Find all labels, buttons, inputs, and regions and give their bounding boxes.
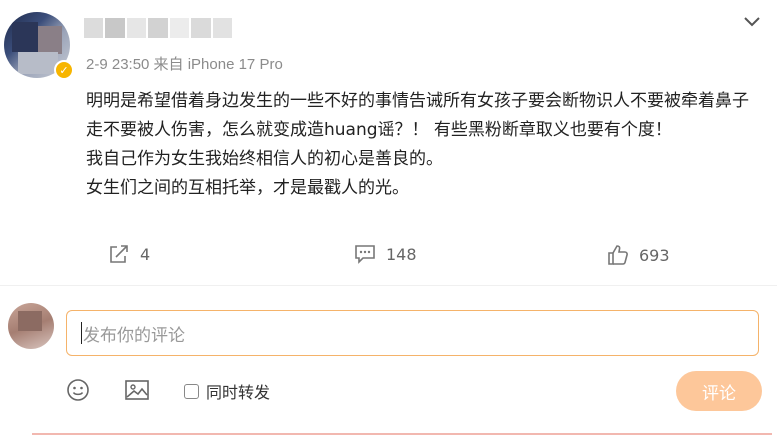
image-icon[interactable] xyxy=(124,378,150,406)
comment-count: 148 xyxy=(386,244,417,264)
composer-toolbar: 同时转发 xyxy=(0,374,777,408)
author-name[interactable] xyxy=(84,18,234,38)
post-line: 女生们之间的互相托举，才是最戳人的光。 xyxy=(86,178,409,198)
share-button[interactable]: 4 xyxy=(108,244,150,264)
comment-icon xyxy=(355,245,375,264)
comment-input[interactable]: 发布你的评论 xyxy=(66,310,759,356)
forward-checkbox[interactable] xyxy=(184,383,199,399)
forward-toggle[interactable]: 同时转发 xyxy=(184,379,270,403)
emoji-icon[interactable] xyxy=(66,378,90,406)
comment-button[interactable]: 148 xyxy=(354,244,417,264)
comment-placeholder: 发布你的评论 xyxy=(83,325,185,346)
share-count: 4 xyxy=(140,244,151,264)
thumbs-up-icon xyxy=(608,245,628,265)
post-content: 明明是希望借着身边发生的一些不好的事情告诫所有女孩子要会断物识人不要被牵着鼻子走… xyxy=(86,87,756,203)
like-count: 693 xyxy=(639,245,670,265)
user-avatar xyxy=(8,303,54,349)
submit-comment-button[interactable]: 评论 xyxy=(676,371,762,411)
share-icon xyxy=(110,245,128,263)
post-line: 我自己作为女生我始终相信人的初心是善良的。 xyxy=(86,149,443,169)
forward-label: 同时转发 xyxy=(206,383,271,402)
chevron-down-icon[interactable] xyxy=(742,12,762,32)
post-actions: 4 148 693 xyxy=(0,244,777,274)
divider xyxy=(0,285,777,286)
post-meta: 2-9 23:50 来自 iPhone 17 Pro xyxy=(86,56,283,73)
bottom-divider xyxy=(32,433,772,435)
like-button[interactable]: 693 xyxy=(607,244,670,266)
post-line: 明明是希望借着身边发生的一些不好的事情告诫所有女孩子要会断物识人不要被牵着鼻子走… xyxy=(86,91,749,140)
verified-badge-icon: ✓ xyxy=(54,60,74,80)
